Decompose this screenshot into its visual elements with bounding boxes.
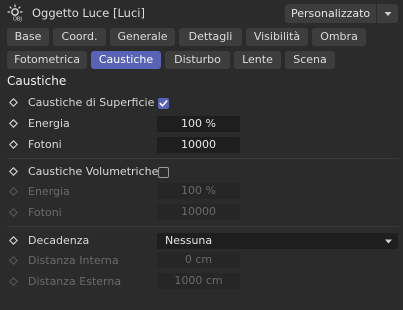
keyframe-diamond-icon bbox=[9, 208, 18, 217]
keyframe-diamond-icon[interactable] bbox=[9, 140, 18, 149]
tab-disturbo[interactable]: Disturbo bbox=[165, 51, 230, 69]
tab-lente[interactable]: Lente bbox=[234, 51, 281, 69]
volume-photons-field: 10000 bbox=[157, 204, 240, 220]
attribute-header: OBJ Oggetto Luce [Luci] Personalizzato bbox=[0, 0, 403, 26]
preset-divider bbox=[376, 4, 377, 23]
tab-generale[interactable]: Generale bbox=[110, 28, 175, 46]
falloff-dropdown[interactable]: Nessuna bbox=[157, 233, 398, 249]
keyframe-diamond-icon bbox=[9, 256, 18, 265]
object-title: Oggetto Luce [Luci] bbox=[32, 6, 145, 20]
surface-photons-field[interactable]: 10000 bbox=[157, 137, 240, 153]
falloff-value: Nessuna bbox=[165, 234, 213, 247]
tab-scena[interactable]: Scena bbox=[285, 51, 335, 69]
tab-base[interactable]: Base bbox=[7, 28, 49, 46]
inner-distance-field: 0 cm bbox=[157, 252, 240, 268]
tab-visibilita[interactable]: Visibilità bbox=[246, 28, 308, 46]
outer-distance-label: Distanza Esterna bbox=[28, 275, 122, 288]
tab-fotometrica[interactable]: Fotometrica bbox=[7, 51, 87, 69]
section-title: Caustiche bbox=[7, 74, 67, 88]
keyframe-diamond-icon[interactable] bbox=[9, 98, 18, 107]
keyframe-diamond-icon bbox=[9, 277, 18, 286]
keyframe-diamond-icon[interactable] bbox=[9, 236, 18, 245]
volume-energy-label: Energia bbox=[28, 185, 70, 198]
volume-caustics-checkbox[interactable] bbox=[158, 167, 169, 178]
volume-caustics-label: Caustiche Volumetriche bbox=[28, 165, 159, 178]
svg-text:OBJ: OBJ bbox=[13, 17, 22, 22]
inner-distance-label: Distanza Interna bbox=[28, 254, 119, 267]
tab-caustiche[interactable]: Caustiche bbox=[91, 51, 161, 69]
surface-caustics-checkbox[interactable] bbox=[158, 98, 169, 109]
tab-ombra[interactable]: Ombra bbox=[312, 28, 366, 46]
surface-energy-label: Energia bbox=[28, 117, 70, 130]
tab-dettagli[interactable]: Dettagli bbox=[179, 28, 242, 46]
surface-energy-field[interactable]: 100 % bbox=[157, 116, 240, 132]
light-object-icon: OBJ bbox=[7, 4, 23, 22]
keyframe-diamond-icon[interactable] bbox=[9, 167, 18, 176]
falloff-label: Decadenza bbox=[28, 234, 90, 247]
volume-photons-label: Fotoni bbox=[28, 206, 62, 219]
keyframe-diamond-icon bbox=[9, 187, 18, 196]
tab-coord[interactable]: Coord. bbox=[53, 28, 106, 46]
checkmark-icon bbox=[159, 100, 168, 107]
volume-energy-field: 100 % bbox=[157, 183, 240, 199]
preset-dropdown[interactable]: Personalizzato bbox=[285, 4, 398, 23]
chevron-down-icon bbox=[385, 239, 392, 244]
chevron-down-icon[interactable] bbox=[381, 7, 395, 20]
separator bbox=[7, 158, 399, 159]
surface-caustics-label: Caustiche di Superficie bbox=[28, 96, 155, 109]
outer-distance-field: 1000 cm bbox=[157, 273, 240, 289]
keyframe-diamond-icon[interactable] bbox=[9, 119, 18, 128]
separator bbox=[7, 226, 399, 227]
surface-photons-label: Fotoni bbox=[28, 138, 62, 151]
preset-value: Personalizzato bbox=[291, 7, 371, 20]
